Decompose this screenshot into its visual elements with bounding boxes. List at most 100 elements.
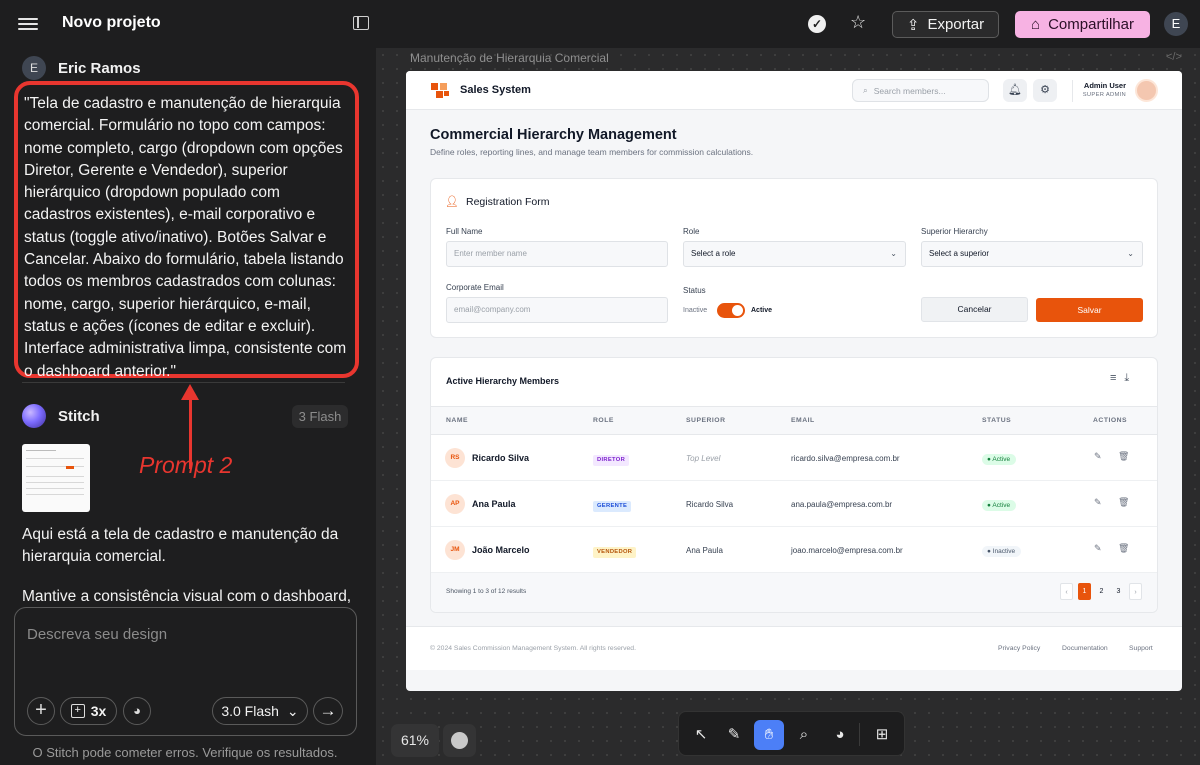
email-label: Corporate Email [446,283,504,292]
export-label: Exportar [927,16,985,33]
palette-button[interactable]: ◕ [123,697,151,725]
page-button[interactable]: 1 [1078,583,1091,600]
status-label: Status [683,286,706,295]
download-icon[interactable]: ⤓ [1124,372,1137,384]
member-email: joao.marcelo@empresa.com.br [791,546,903,555]
table-title: Active Hierarchy Members [446,376,560,386]
status-on-label: Active [751,307,773,314]
frame-label[interactable]: Manutenção de Hierarquia Comercial [410,51,609,65]
hand-icon[interactable]: ✋︎ [754,720,784,750]
user-prompt-text: "Tela de cadastro e manutenção de hierar… [24,95,347,380]
prev-page-button[interactable]: ‹ [1060,583,1073,600]
member-name: Ana Paula [472,499,516,509]
column-header[interactable]: ACTIONS [1093,417,1127,424]
add-user-icon: 👤︎ [445,196,459,208]
search-icon: ⌕ [863,85,868,95]
column-header[interactable]: EMAIL [791,417,815,424]
table-header: NAME ROLE SUPERIOR EMAIL STATUS ACTIONS [431,406,1157,435]
save-button[interactable]: Salvar [1036,298,1143,322]
avatar[interactable] [1135,79,1158,102]
top-bar: Novo projeto ✓ ☆ ⇪ Exportar ⌂ Compartilh… [0,0,1200,48]
design-canvas[interactable]: Manutenção de Hierarquia Comercial </> S… [376,48,1200,765]
column-header[interactable]: ROLE [593,417,614,424]
table-row[interactable]: RS Ricardo Silva DIRETOR Top Level ricar… [431,435,1157,481]
toggle-knob [732,305,743,316]
image-add-icon[interactable]: ⊞ [867,720,897,750]
page-button[interactable]: 2 [1095,583,1108,600]
design-thumbnail[interactable] [22,444,90,512]
table-row[interactable]: JM João Marcelo VENDEDOR Ana Paula joao.… [431,527,1157,573]
column-header[interactable]: SUPERIOR [686,417,726,424]
footer-link[interactable]: Privacy Policy [998,645,1040,652]
toolbar-divider [859,723,860,746]
palette-icon[interactable]: ◕ [825,720,855,750]
project-title: Novo projeto [62,14,161,31]
account-avatar[interactable]: E [1164,12,1188,36]
menu-icon[interactable] [18,15,38,33]
footer-link[interactable]: Documentation [1062,645,1108,652]
send-button[interactable]: → [313,697,343,725]
status-badge: ● Active [982,500,1017,511]
canvas-toolbar: ↖ ✎ ✋︎ ⌕ ◕ ⊞ [678,711,905,756]
form-title: Registration Form [466,196,550,208]
settings-button[interactable]: ⚙ [1033,79,1057,102]
pencil-icon[interactable]: ✎ [719,720,749,750]
table-footer: Showing 1 to 3 of 12 results ‹ 1 2 3 › [431,573,1157,612]
star-icon[interactable]: ☆ [850,12,866,33]
edit-icon[interactable]: ✎ [1094,543,1102,554]
admin-name: Admin User [1083,81,1126,90]
delete-icon[interactable]: 🗑︎ [1118,543,1129,554]
search-input[interactable]: ⌕ Search members... [852,79,989,102]
prompt-composer[interactable]: Descreva seu design + + 3x ◕ 3.0 Flash ⌄… [14,607,357,736]
page-subtitle: Define roles, reporting lines, and manag… [430,147,754,157]
upload-icon: ⇪ [906,16,920,34]
footer-link[interactable]: Support [1129,645,1153,652]
annotation-label: Prompt 2 [139,452,233,478]
search-icon[interactable]: ⌕ [789,720,819,750]
email-field[interactable]: email@company.com [446,297,668,323]
theme-button[interactable] [443,724,476,757]
member-name: João Marcelo [472,545,530,555]
add-attachment-button[interactable]: + [27,697,55,725]
select-arrow-icon[interactable]: ↖ [686,720,716,750]
page-button[interactable]: 3 [1112,583,1125,600]
role-badge: DIRETOR [593,455,630,466]
app-footer: © 2024 Sales Commission Management Syste… [406,626,1182,670]
share-button[interactable]: ⌂ Compartilhar [1015,11,1150,38]
table-row[interactable]: AP Ana Paula GERENTE Ricardo Silva ana.p… [431,481,1157,527]
edit-icon[interactable]: ✎ [1094,451,1102,462]
app-header: Sales System ⌕ Search members... 🔔︎ ⚙ Ad… [406,71,1182,110]
edit-icon[interactable]: ✎ [1094,497,1102,508]
member-initials: JM [445,540,465,560]
next-page-button[interactable]: › [1129,583,1142,600]
member-superior: Ana Paula [686,546,723,555]
filter-icon[interactable]: ≡ [1110,372,1124,384]
column-header[interactable]: NAME [446,417,468,424]
status-off-label: Inactive [683,307,708,314]
model-select[interactable]: 3.0 Flash ⌄ [212,697,308,725]
member-superior: Ricardo Silva [686,500,734,509]
variants-label: 3x [90,703,107,719]
page-title: Commercial Hierarchy Management [430,127,677,143]
superior-select[interactable]: Select a superior ⌄ [921,241,1143,267]
composer-input[interactable]: Descreva seu design [27,626,167,643]
status-toggle[interactable] [717,303,745,318]
member-email: ana.paula@empresa.com.br [791,500,893,509]
toggle-panel-icon[interactable] [353,16,369,30]
column-header[interactable]: STATUS [982,417,1011,424]
header-divider [1072,80,1073,102]
zoom-level[interactable]: 61% [391,724,439,757]
members-table-card: Active Hierarchy Members ≡⤓ NAME ROLE SU… [430,357,1158,613]
variants-button[interactable]: + 3x [60,697,117,725]
delete-icon[interactable]: 🗑︎ [1118,451,1129,462]
verified-icon[interactable]: ✓ [808,15,826,33]
code-icon[interactable]: </> [1166,51,1182,63]
screen-frame[interactable]: Sales System ⌕ Search members... 🔔︎ ⚙ Ad… [406,71,1182,691]
cancel-button[interactable]: Cancelar [921,297,1028,322]
status-badge: ● Active [982,454,1017,465]
full-name-field[interactable]: Enter member name [446,241,668,267]
export-button[interactable]: ⇪ Exportar [892,11,999,38]
role-select[interactable]: Select a role ⌄ [683,241,906,267]
notifications-button[interactable]: 🔔︎ [1003,79,1027,102]
delete-icon[interactable]: 🗑︎ [1118,497,1129,508]
